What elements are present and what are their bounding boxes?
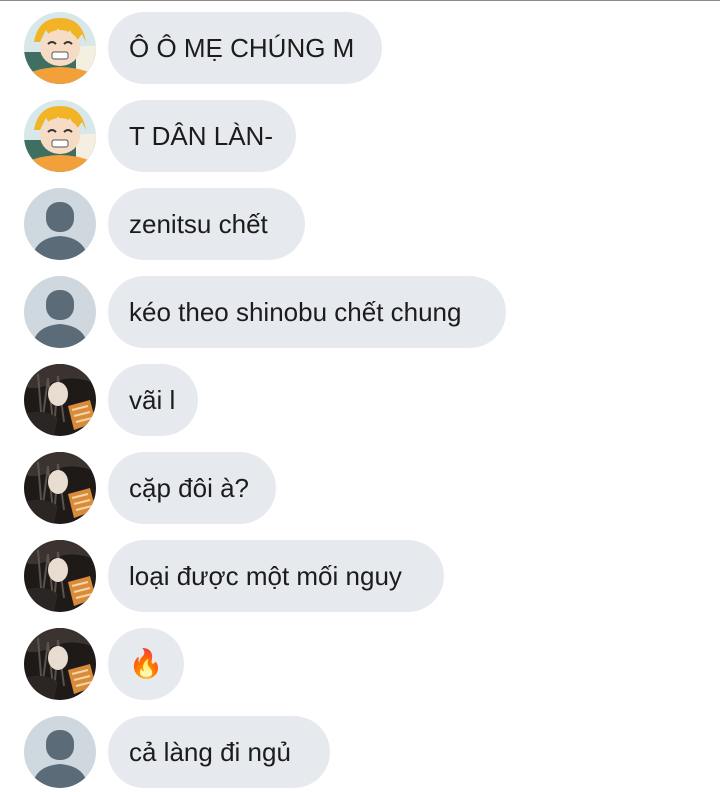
dark-hair-avatar-icon[interactable] <box>24 452 96 524</box>
top-divider <box>0 0 720 1</box>
message-bubble[interactable]: kéo theo shinobu chết chung <box>108 276 506 348</box>
message-row: cả làng đi ngủ <box>0 716 720 788</box>
message-bubble[interactable]: cả làng đi ngủ <box>108 716 330 788</box>
message-row: vãi l <box>0 364 720 436</box>
message-row: cặp đôi à? <box>0 452 720 524</box>
message-row: zenitsu chết <box>0 188 720 260</box>
message-row: Ô Ô MẸ CHÚNG M <box>0 12 720 84</box>
message-bubble[interactable]: zenitsu chết <box>108 188 305 260</box>
message-row: loại được một mối nguy <box>0 540 720 612</box>
message-bubble[interactable]: T DÂN LÀN- <box>108 100 296 172</box>
message-row: 🔥 <box>0 628 720 700</box>
message-bubble[interactable]: loại được một mối nguy <box>108 540 444 612</box>
message-bubble[interactable]: Ô Ô MẸ CHÚNG M <box>108 12 382 84</box>
dark-hair-avatar-icon[interactable] <box>24 540 96 612</box>
default-avatar-icon[interactable] <box>24 276 96 348</box>
zenitsu-avatar-icon[interactable] <box>24 100 96 172</box>
default-avatar-icon[interactable] <box>24 188 96 260</box>
message-bubble[interactable]: 🔥 <box>108 628 184 700</box>
dark-hair-avatar-icon[interactable] <box>24 364 96 436</box>
message-row: T DÂN LÀN- <box>0 100 720 172</box>
dark-hair-avatar-icon[interactable] <box>24 628 96 700</box>
zenitsu-avatar-icon[interactable] <box>24 12 96 84</box>
message-row: kéo theo shinobu chết chung <box>0 276 720 348</box>
message-bubble[interactable]: vãi l <box>108 364 198 436</box>
default-avatar-icon[interactable] <box>24 716 96 788</box>
message-bubble[interactable]: cặp đôi à? <box>108 452 276 524</box>
